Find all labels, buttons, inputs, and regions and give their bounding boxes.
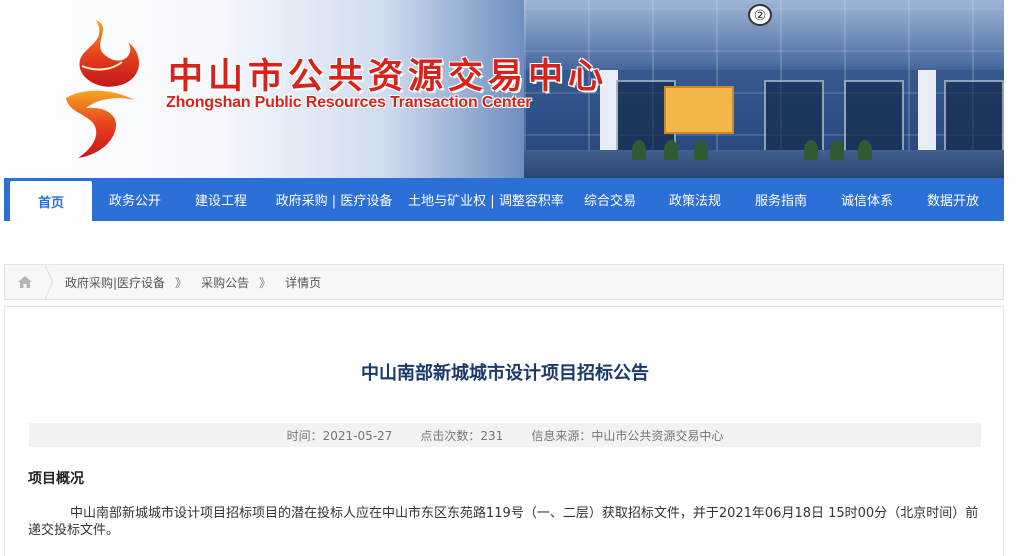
main-nav: 首页 政务公开 建设工程 政府采购 | 医疗设备 土地与矿业权 | 调整容积率 … bbox=[4, 178, 1004, 221]
publish-time: 时间：2021-05-27 bbox=[286, 428, 393, 443]
breadcrumb-item-detail: 详情页 bbox=[285, 275, 322, 290]
breadcrumb: 政府采购|医疗设备 》 采购公告 》 详情页 bbox=[4, 264, 1004, 300]
info-source: 信息来源：中山市公共资源交易中心 bbox=[531, 428, 724, 443]
nav-item-open-data[interactable]: 数据开放 bbox=[910, 178, 996, 221]
article-paragraph: 中山南部新城城市设计项目招标项目的潜在投标人应在中山市东区东苑路119号（一、二… bbox=[28, 506, 979, 538]
section-title: 项目概况 bbox=[28, 471, 84, 487]
nav-item-construction[interactable]: 建设工程 bbox=[178, 178, 264, 221]
nav-item-government-affairs[interactable]: 政务公开 bbox=[92, 178, 178, 221]
breadcrumb-separator: 》 bbox=[175, 275, 188, 290]
breadcrumb-item-procurement[interactable]: 政府采购|医疗设备 bbox=[65, 274, 165, 291]
page: ② 中山市公共资源交易中心 Zhongshan Public Resources… bbox=[0, 0, 1017, 556]
nav-item-home[interactable]: 首页 bbox=[10, 181, 92, 221]
nav-item-land[interactable]: 土地与矿业权 | 调整容积率 bbox=[404, 178, 568, 221]
nav-item-service-guide[interactable]: 服务指南 bbox=[738, 178, 824, 221]
home-icon bbox=[18, 276, 32, 288]
nav-item-credit[interactable]: 诚信体系 bbox=[824, 178, 910, 221]
article-panel: 中山南部新城城市设计项目招标公告 时间：2021-05-27 点击次数：231 … bbox=[4, 306, 1004, 556]
breadcrumb-item-notice[interactable]: 采购公告 bbox=[201, 274, 249, 291]
article-title: 中山南部新城城市设计项目招标公告 bbox=[361, 363, 649, 384]
site-title: 中山市公共资源交易中心 bbox=[168, 56, 609, 97]
breadcrumb-separator: 》 bbox=[259, 275, 272, 290]
site-title-english: Zhongshan Public Resources Transaction C… bbox=[166, 94, 532, 111]
floor-number-badge: ② bbox=[748, 4, 772, 26]
click-count: 点击次数：231 bbox=[420, 428, 504, 443]
display-screen bbox=[664, 86, 734, 134]
home-link[interactable] bbox=[5, 264, 53, 300]
nav-item-procurement[interactable]: 政府采购 | 医疗设备 bbox=[264, 178, 404, 221]
nav-item-comprehensive[interactable]: 综合交易 bbox=[568, 178, 652, 221]
article-meta: 时间：2021-05-27 点击次数：231 信息来源：中山市公共资源交易中心 bbox=[29, 423, 981, 447]
logo-icon bbox=[66, 20, 140, 158]
nav-item-policy[interactable]: 政策法规 bbox=[652, 178, 738, 221]
header-banner: ② 中山市公共资源交易中心 Zhongshan Public Resources… bbox=[4, 0, 1004, 178]
